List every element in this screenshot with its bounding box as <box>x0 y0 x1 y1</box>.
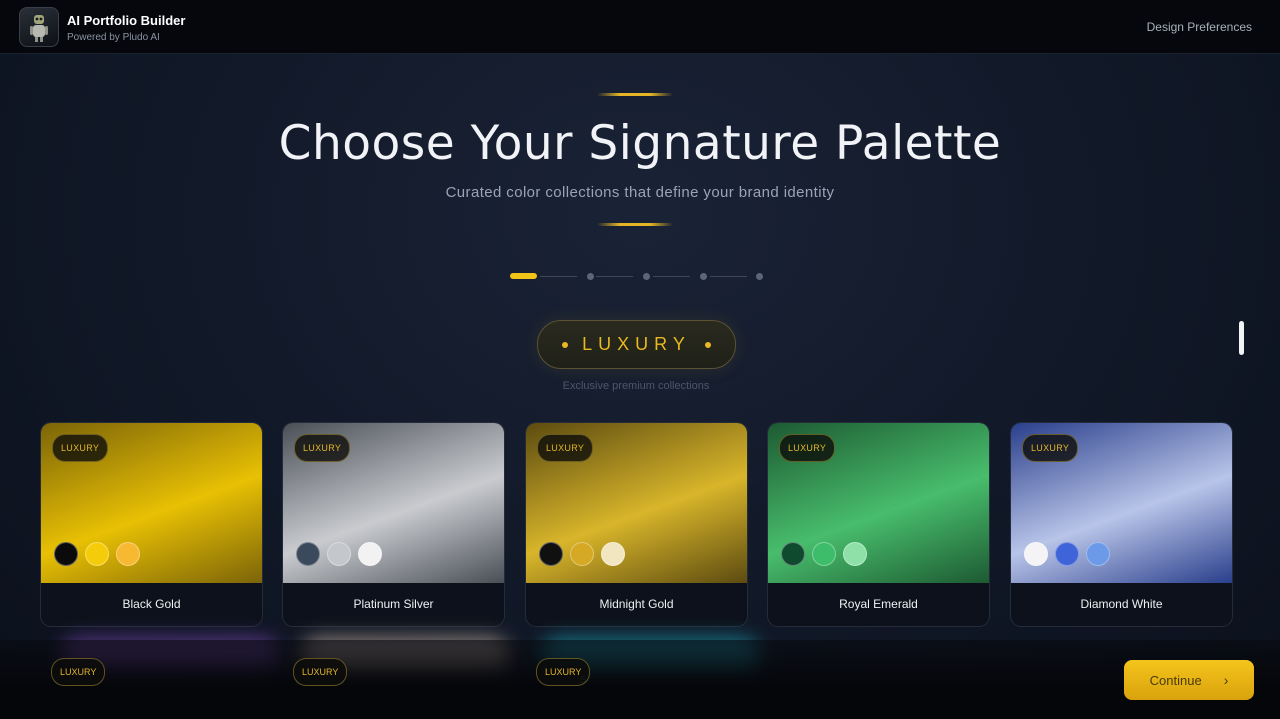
step-indicator <box>510 272 770 280</box>
step-connector <box>710 276 747 277</box>
color-swatch <box>327 542 351 566</box>
palette-badge: LUXURY <box>294 434 351 462</box>
palette-badge: LUXURY <box>52 434 109 462</box>
palette-name: Midnight Gold <box>599 597 674 611</box>
color-swatch <box>570 542 594 566</box>
design-preferences-link[interactable]: Design Preferences <box>1147 20 1252 34</box>
step-5[interactable] <box>756 273 763 280</box>
palette-badge: LUXURY <box>536 658 591 686</box>
color-swatch <box>296 542 320 566</box>
app-logo-robot-icon <box>19 7 59 47</box>
scroll-indicator[interactable] <box>1239 321 1244 355</box>
gold-divider-top <box>597 93 673 96</box>
swatch-row <box>54 542 140 566</box>
gold-divider-bottom <box>597 223 673 226</box>
palette-card-platinum-silver[interactable]: LUXURY Platinum Silver <box>282 422 505 627</box>
palette-badge: LUXURY <box>293 658 348 686</box>
continue-label: Continue <box>1149 672 1202 688</box>
palette-card-royal-emerald[interactable]: LUXURY Royal Emerald <box>767 422 990 627</box>
palette-name: Platinum Silver <box>353 597 434 611</box>
continue-button[interactable]: Continue › <box>1124 660 1254 700</box>
step-2[interactable] <box>587 273 594 280</box>
step-connector <box>653 276 690 277</box>
color-swatch <box>781 542 805 566</box>
palette-badge: LUXURY <box>537 434 594 462</box>
palette-card-midnight-gold[interactable]: LUXURY Midnight Gold <box>525 422 748 627</box>
palette-badge: LUXURY <box>1022 434 1079 462</box>
step-3[interactable] <box>643 273 650 280</box>
step-4[interactable] <box>700 273 707 280</box>
color-swatch <box>116 542 140 566</box>
swatch-row <box>781 542 867 566</box>
palette-name: Royal Emerald <box>839 597 918 611</box>
category-description: Exclusive premium collections <box>562 380 710 392</box>
color-swatch <box>358 542 382 566</box>
palette-badge: LUXURY <box>779 434 836 462</box>
top-bar: AI Portfolio Builder Powered by Pludo AI… <box>0 0 1280 54</box>
swatch-row <box>1024 542 1110 566</box>
color-swatch <box>843 542 867 566</box>
chevron-right-icon: › <box>1223 672 1229 688</box>
color-swatch <box>1055 542 1079 566</box>
page-title: Choose Your Signature Palette <box>278 116 1002 171</box>
color-swatch <box>54 542 78 566</box>
app-title: AI Portfolio Builder <box>67 13 186 28</box>
app-subtitle: Powered by Pludo AI <box>67 32 160 43</box>
step-1-active[interactable] <box>510 273 537 279</box>
palette-name: Black Gold <box>122 597 181 611</box>
pill-dot-right <box>704 341 711 348</box>
color-swatch <box>1024 542 1048 566</box>
swatch-row <box>296 542 382 566</box>
step-connector <box>540 276 577 277</box>
color-swatch <box>1086 542 1110 566</box>
palette-badge: LUXURY <box>51 658 106 686</box>
category-pill: LUXURY <box>537 320 736 369</box>
page-subtitle: Curated color collections that define yo… <box>445 184 835 201</box>
color-swatch <box>85 542 109 566</box>
color-swatch <box>601 542 625 566</box>
bottom-fade-overlay <box>0 640 1280 719</box>
palette-card-black-gold[interactable]: LUXURY Black Gold <box>40 422 263 627</box>
step-connector <box>596 276 633 277</box>
color-swatch <box>812 542 836 566</box>
palette-card-diamond-white[interactable]: LUXURY Diamond White <box>1010 422 1233 627</box>
palette-name: Diamond White <box>1080 597 1163 611</box>
color-swatch <box>539 542 563 566</box>
swatch-row <box>539 542 625 566</box>
pill-dot-left <box>562 341 569 348</box>
category-label: LUXURY <box>582 334 691 354</box>
